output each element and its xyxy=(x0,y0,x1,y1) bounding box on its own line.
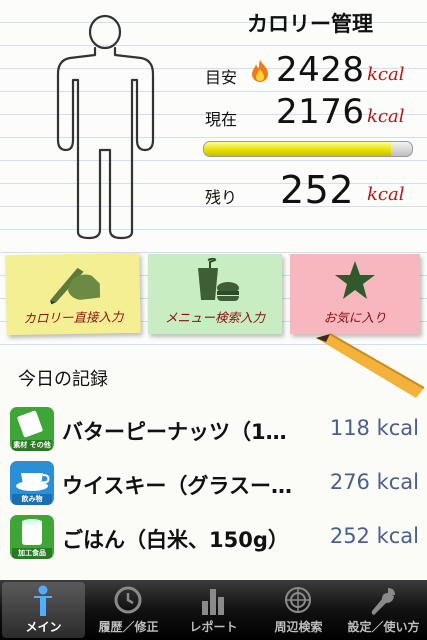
menu-search-label: メニュー検索入力 xyxy=(164,310,265,325)
tab-label: 履歴／修正 xyxy=(98,620,159,634)
current-unit: kcal xyxy=(367,106,405,127)
favorites-button[interactable]: お気に入り xyxy=(290,254,420,334)
remaining-unit: kcal xyxy=(367,184,405,205)
record-category-label: 飲み物 xyxy=(21,495,43,503)
tab-label: 設定／使い方 xyxy=(347,620,420,634)
record-row[interactable]: 飲み物 ウイスキー（グラスー… 276 kcal xyxy=(0,458,427,510)
tab-main[interactable]: メイン xyxy=(2,582,85,638)
record-row[interactable]: 加工食品 ごはん（白米、150g） 252 kcal xyxy=(0,512,427,564)
record-name: ごはん（白米、150g） xyxy=(62,528,289,552)
record-name: ウイスキー（グラスー… xyxy=(62,474,292,498)
tab-nearby-search[interactable]: 周辺検索 xyxy=(257,582,340,638)
record-name: バターピーナッツ（1… xyxy=(62,420,287,444)
tab-bar: メイン 履歴／修正 レポート 周辺検索 設定／使い方 xyxy=(0,580,427,640)
record-calories: 252 kcal xyxy=(329,524,419,548)
record-category-label: 加工食品 xyxy=(18,549,46,557)
target-value: 2428 xyxy=(276,50,365,90)
body-figure-icon xyxy=(56,14,155,240)
drink-category-icon: 飲み物 xyxy=(10,461,54,505)
person-icon xyxy=(34,585,52,616)
bar-chart-icon xyxy=(202,589,224,615)
direct-input-label: カロリー直接入力 xyxy=(23,309,124,326)
star-icon xyxy=(335,261,375,299)
processed-food-category-icon: 加工食品 xyxy=(10,515,54,559)
tab-label: 周辺検索 xyxy=(274,620,323,634)
menu-search-button[interactable]: メニュー検索入力 xyxy=(148,254,282,334)
pencil-hand-icon xyxy=(50,267,101,305)
record-calories: 276 kcal xyxy=(329,470,419,494)
fast-food-icon xyxy=(198,258,239,301)
record-category-label: 素材 その他 xyxy=(13,441,51,449)
records-heading: 今日の記録 xyxy=(18,369,108,390)
clock-icon xyxy=(114,586,142,614)
radar-icon xyxy=(285,587,311,613)
tab-settings[interactable]: 設定／使い方 xyxy=(342,582,425,638)
calorie-progress-bar xyxy=(203,141,413,157)
favorites-label: お気に入り xyxy=(323,310,387,325)
tab-report[interactable]: レポート xyxy=(172,582,255,638)
target-label: 目安 xyxy=(205,68,238,87)
tab-label: メイン xyxy=(25,620,62,634)
direct-input-button[interactable]: カロリー直接入力 xyxy=(5,252,141,336)
page-title: カロリー管理 xyxy=(247,12,373,36)
wrench-icon xyxy=(371,588,395,615)
record-calories: 118 kcal xyxy=(329,416,419,440)
tab-history[interactable]: 履歴／修正 xyxy=(87,582,170,638)
pencil-decoration-icon xyxy=(316,333,425,398)
fire-icon xyxy=(252,60,268,82)
calorie-progress-fill xyxy=(204,142,392,156)
current-label: 現在 xyxy=(205,110,238,129)
ingredient-category-icon: 素材 その他 xyxy=(10,407,54,451)
current-value: 2176 xyxy=(276,92,365,132)
target-unit: kcal xyxy=(367,64,405,85)
tab-label: レポート xyxy=(189,620,238,634)
remaining-label: 残り xyxy=(205,188,238,207)
record-row[interactable]: 素材 その他 バターピーナッツ（1… 118 kcal xyxy=(0,404,427,456)
remaining-value: 252 xyxy=(280,168,355,212)
